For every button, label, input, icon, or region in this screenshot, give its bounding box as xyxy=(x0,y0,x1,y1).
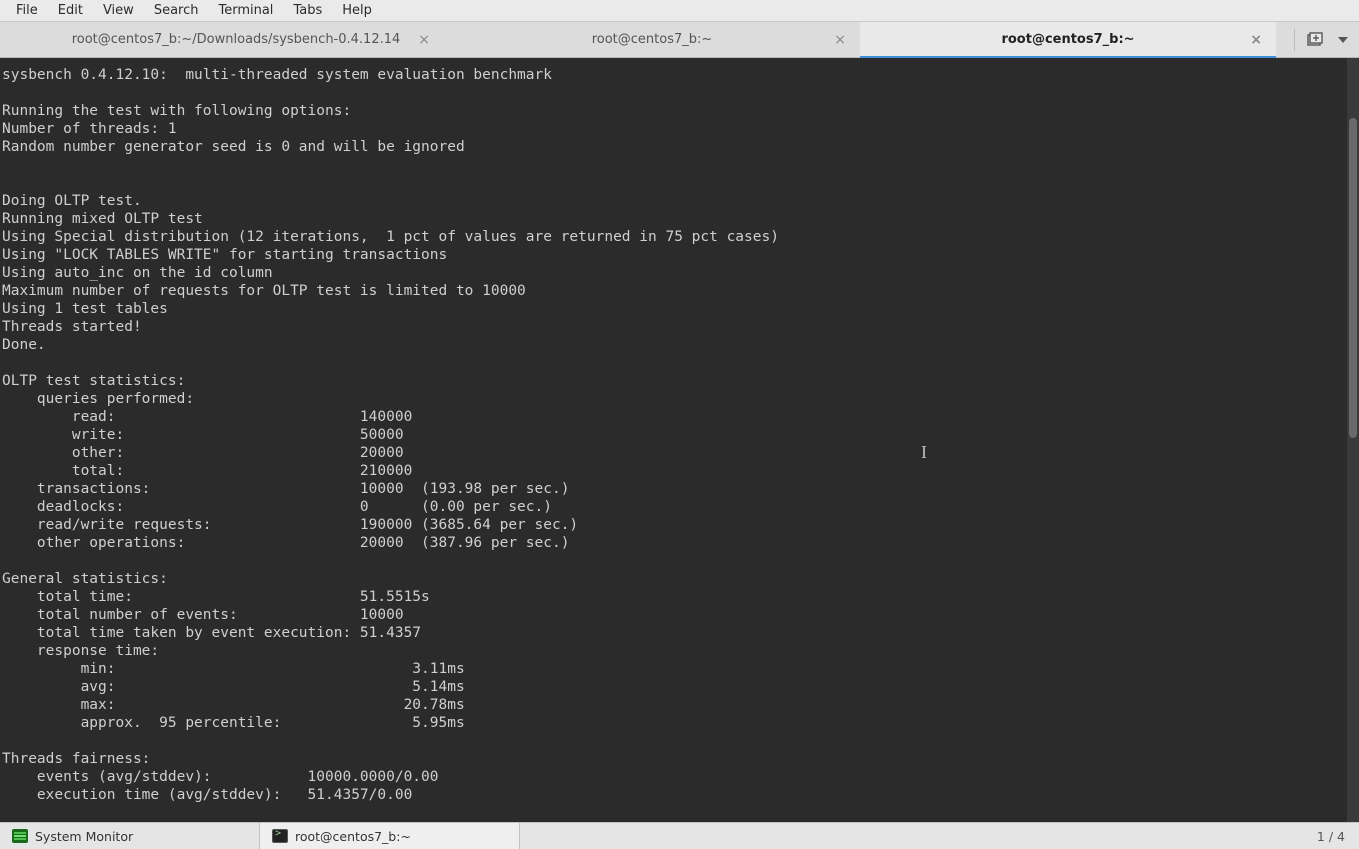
tab-toolbar xyxy=(1284,22,1359,57)
taskbar: System Monitor root@centos7_b:~ 1 / 4 xyxy=(0,822,1359,849)
menu-terminal[interactable]: Terminal xyxy=(208,3,283,18)
scrollbar-vertical[interactable] xyxy=(1347,58,1359,822)
scrollbar-thumb[interactable] xyxy=(1349,118,1357,438)
text-cursor-icon: I xyxy=(921,442,927,463)
terminal-pane[interactable]: sysbench 0.4.12.10: multi-threaded syste… xyxy=(0,58,1359,822)
terminal-icon xyxy=(272,828,288,844)
terminal-output[interactable]: sysbench 0.4.12.10: multi-threaded syste… xyxy=(0,58,1359,822)
chevron-down-icon[interactable] xyxy=(1337,34,1349,46)
tab-bar: root@centos7_b:~/Downloads/sysbench-0.4.… xyxy=(0,22,1359,58)
menu-tabs[interactable]: Tabs xyxy=(283,3,332,18)
tab-label: root@centos7_b:~/Downloads/sysbench-0.4.… xyxy=(72,32,401,47)
system-monitor-icon xyxy=(12,828,28,844)
task-label: root@centos7_b:~ xyxy=(295,829,411,844)
tab-close-icon[interactable]: × xyxy=(418,32,430,48)
workspace-indicator[interactable]: 1 / 4 xyxy=(1303,829,1359,844)
menu-view[interactable]: View xyxy=(93,3,144,18)
new-tab-icon[interactable] xyxy=(1307,32,1325,48)
task-terminal[interactable]: root@centos7_b:~ xyxy=(260,823,520,849)
tab-close-icon[interactable]: × xyxy=(1250,32,1262,48)
tab-spacer xyxy=(0,22,28,57)
tab-1[interactable]: root@centos7_b:~ × xyxy=(444,22,860,57)
tab-close-icon[interactable]: × xyxy=(834,32,846,48)
task-system-monitor[interactable]: System Monitor xyxy=(0,823,260,849)
task-label: System Monitor xyxy=(35,829,133,844)
tab-2[interactable]: root@centos7_b:~ × xyxy=(860,22,1276,57)
menu-edit[interactable]: Edit xyxy=(48,3,93,18)
menu-help[interactable]: Help xyxy=(332,3,382,18)
tab-0[interactable]: root@centos7_b:~/Downloads/sysbench-0.4.… xyxy=(28,22,444,57)
menu-file[interactable]: File xyxy=(6,3,48,18)
menu-search[interactable]: Search xyxy=(144,3,209,18)
menubar: File Edit View Search Terminal Tabs Help xyxy=(0,0,1359,22)
tab-label: root@centos7_b:~ xyxy=(592,32,713,47)
tab-label: root@centos7_b:~ xyxy=(1001,32,1134,47)
separator xyxy=(1294,29,1295,51)
